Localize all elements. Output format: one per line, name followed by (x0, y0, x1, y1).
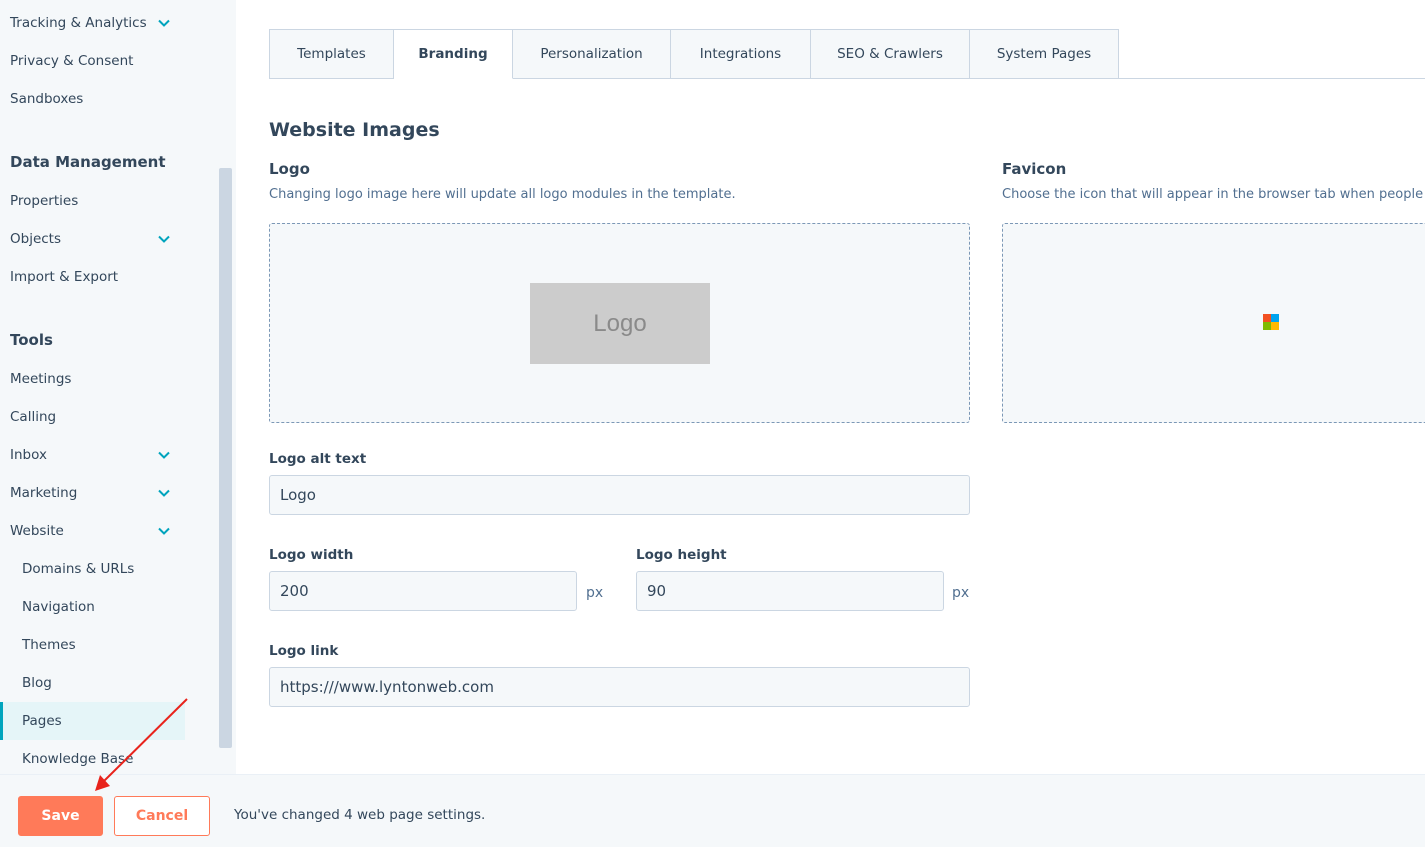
logo-alt-text-value: Logo (280, 486, 316, 504)
logo-help-text: Changing logo image here will update all… (269, 187, 736, 202)
sidebar-item-label: Objects (10, 231, 62, 247)
cancel-button-label: Cancel (135, 808, 189, 824)
logo-width-label: Logo width (269, 547, 354, 563)
tab-integrations[interactable]: Integrations (671, 29, 811, 79)
sidebar-item-objects[interactable]: Objects (0, 220, 185, 258)
save-bar: Save Cancel You've changed 4 web page se… (0, 774, 1425, 847)
sidebar-item-privacy-consent[interactable]: Privacy & Consent (0, 42, 185, 80)
section-title: Website Images (269, 119, 440, 141)
sidebar-item-inbox[interactable]: Inbox (0, 436, 185, 474)
tab-branding[interactable]: Branding (394, 29, 513, 79)
logo-height-unit: px (952, 585, 970, 601)
cancel-button[interactable]: Cancel (114, 796, 210, 836)
logo-width-unit: px (586, 585, 604, 601)
sidebar-item-domains-urls[interactable]: Domains & URLs (0, 550, 185, 588)
sidebar-item-label: Blog (22, 675, 52, 691)
chevron-down-icon (158, 235, 170, 243)
tab-label: SEO & Crawlers (837, 46, 943, 62)
sidebar-item-pages[interactable]: Pages (0, 702, 185, 740)
tab-label: Templates (297, 46, 366, 62)
sidebar-item-label: Sandboxes (10, 91, 84, 107)
sidebar-scrollbar-thumb[interactable] (219, 168, 232, 748)
tab-seo-crawlers[interactable]: SEO & Crawlers (811, 29, 970, 79)
save-button[interactable]: Save (18, 796, 103, 836)
sidebar-item-knowledge-base[interactable]: Knowledge Base (0, 740, 185, 774)
tab-system-pages[interactable]: System Pages (970, 29, 1119, 79)
sidebar-item-label: Calling (10, 409, 57, 425)
chevron-down-icon (158, 451, 170, 459)
sidebar-item-blog[interactable]: Blog (0, 664, 185, 702)
logo-title: Logo (269, 160, 310, 178)
logo-width-value: 200 (280, 582, 309, 600)
favicon-help-text: Choose the icon that will appear in the … (1002, 187, 1424, 202)
sidebar-item-label: Privacy & Consent (10, 53, 134, 69)
sidebar-item-label: Tracking & Analytics (10, 15, 147, 31)
tab-personalization[interactable]: Personalization (513, 29, 671, 79)
sidebar-item-themes[interactable]: Themes (0, 626, 185, 664)
sidebar-item-label: Properties (10, 193, 79, 209)
sidebar-item-label: Knowledge Base (22, 751, 134, 767)
logo-image-preview: Logo (530, 283, 710, 364)
tab-label: Branding (418, 46, 488, 62)
sidebar-item-label: Website (10, 523, 64, 539)
section-heading-data-management: Data Management (10, 153, 166, 171)
sidebar-item-calling[interactable]: Calling (0, 398, 185, 436)
logo-alt-text-input[interactable]: Logo (269, 475, 970, 515)
sidebar-item-label: Pages (22, 713, 62, 729)
logo-preview-text: Logo (593, 309, 647, 337)
sidebar-item-label: Marketing (10, 485, 78, 501)
logo-link-value: https:///www.lyntonweb.com (280, 678, 494, 696)
sidebar-item-marketing[interactable]: Marketing (0, 474, 185, 512)
chevron-down-icon (158, 19, 170, 27)
sidebar-item-label: Navigation (22, 599, 95, 615)
logo-link-input[interactable]: https:///www.lyntonweb.com (269, 667, 970, 707)
logo-height-value: 90 (647, 582, 667, 600)
logo-image-dropzone[interactable]: Logo (269, 223, 970, 423)
sidebar-item-website[interactable]: Website (0, 512, 185, 550)
sidebar-item-import-export[interactable]: Import & Export (0, 258, 185, 296)
tab-label: System Pages (996, 46, 1092, 62)
sidebar-item-label: Domains & URLs (22, 561, 135, 577)
section-heading-tools: Tools (10, 331, 53, 349)
favicon-title: Favicon (1002, 160, 1067, 178)
sidebar-item-label: Inbox (10, 447, 47, 463)
logo-link-label: Logo link (269, 643, 339, 659)
favicon-preview-icon (1263, 314, 1279, 330)
logo-width-input[interactable]: 200 (269, 571, 577, 611)
sidebar-item-label: Themes (22, 637, 76, 653)
chevron-down-icon (158, 527, 170, 535)
logo-height-label: Logo height (636, 547, 727, 563)
settings-tabs: Templates Branding Personalization Integ… (269, 29, 1119, 79)
chevron-down-icon (158, 489, 170, 497)
settings-sidebar: Tracking & Analytics Privacy & Consent S… (0, 0, 218, 774)
tab-label: Integrations (699, 46, 782, 62)
logo-alt-text-label: Logo alt text (269, 451, 367, 467)
sidebar-item-label: Import & Export (10, 269, 119, 285)
unsaved-changes-message: You've changed 4 web page settings. (234, 807, 486, 823)
tab-label: Personalization (540, 46, 643, 62)
favicon-image-dropzone[interactable] (1002, 223, 1425, 423)
sidebar-item-sandboxes[interactable]: Sandboxes (0, 80, 185, 118)
sidebar-item-label: Meetings (10, 371, 72, 387)
sidebar-item-navigation[interactable]: Navigation (0, 588, 185, 626)
tab-templates[interactable]: Templates (269, 29, 394, 79)
sidebar-item-meetings[interactable]: Meetings (0, 360, 185, 398)
sidebar-item-tracking-analytics[interactable]: Tracking & Analytics (0, 4, 185, 42)
save-button-label: Save (41, 808, 80, 824)
sidebar-item-properties[interactable]: Properties (0, 182, 185, 220)
tabs-divider (1119, 78, 1425, 79)
logo-height-input[interactable]: 90 (636, 571, 944, 611)
